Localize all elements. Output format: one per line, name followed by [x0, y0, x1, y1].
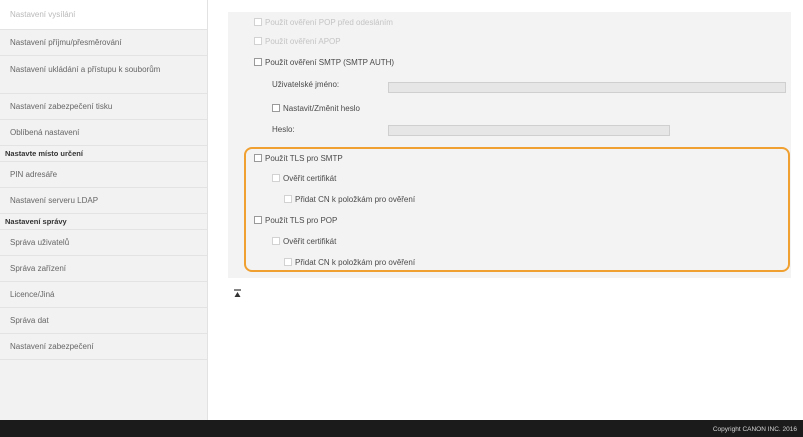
nav-item-label: Nastavení ukládání a přístupu k souborům — [10, 65, 161, 74]
nav-item-label: Nastavení vysílání — [10, 10, 76, 19]
set-change-password-checkbox[interactable] — [272, 104, 280, 112]
pop-before-send-checkbox[interactable] — [254, 18, 262, 26]
nav-item-label: Správa zařízení — [10, 264, 67, 273]
copyright-text: Copyright CANON INC. 2016 — [712, 426, 797, 433]
nav-item-label: Nastavení serveru LDAP — [10, 196, 99, 205]
nav-item-label: Nastavení příjmu/přesměrování — [10, 38, 122, 47]
apop-checkbox[interactable] — [254, 37, 262, 45]
sidebar: Nastavení vysílání Nastavení příjmu/přes… — [0, 0, 208, 420]
nav-item-license-other[interactable]: Licence/Jiná — [0, 282, 207, 308]
nav-item-print-security-settings[interactable]: Nastavení zabezpečení tisku — [0, 94, 207, 120]
nav-item-label: Licence/Jiná — [10, 290, 55, 299]
nav-heading-management: Nastavení správy — [0, 214, 207, 230]
username-label: Uživatelské jméno: — [272, 79, 340, 89]
nav-item-favorite-settings[interactable]: Oblíbená nastavení — [0, 120, 207, 146]
nav-item-file-storage-settings[interactable]: Nastavení ukládání a přístupu k souborům — [0, 56, 207, 94]
set-change-password-row: Nastavit/Změnit heslo — [272, 100, 360, 116]
password-row: Heslo: — [272, 121, 295, 137]
nav-item-label: Správa dat — [10, 316, 49, 325]
apop-row: Použít ověření APOP — [254, 33, 341, 49]
password-label: Heslo: — [272, 124, 295, 134]
nav-item-label: PIN adresáře — [10, 170, 58, 179]
pop-before-send-label: Použít ověření POP před odesláním — [265, 17, 393, 27]
nav-heading-destinations: Nastavte místo určení — [0, 146, 207, 162]
set-change-password-label: Nastavit/Změnit heslo — [283, 103, 360, 113]
password-input[interactable] — [388, 125, 670, 136]
nav-item-label: Správa uživatelů — [10, 238, 70, 247]
nav-item-security-settings[interactable]: Nastavení zabezpečení — [0, 334, 207, 360]
nav-item-receive-forward-settings[interactable]: Nastavení příjmu/přesměrování — [0, 30, 207, 56]
nav-item-ldap-server-settings[interactable]: Nastavení serveru LDAP — [0, 188, 207, 214]
smtp-auth-label: Použít ověření SMTP (SMTP AUTH) — [265, 57, 395, 67]
apop-label: Použít ověření APOP — [265, 36, 341, 46]
nav-item-user-management[interactable]: Správa uživatelů — [0, 230, 207, 256]
nav-item-label: Nastavení zabezpečení tisku — [10, 102, 113, 111]
footer: Copyright CANON INC. 2016 — [0, 420, 803, 437]
username-input[interactable] — [388, 82, 786, 93]
nav-item-send-settings[interactable]: Nastavení vysílání — [0, 0, 207, 30]
tls-settings-highlight — [244, 147, 790, 272]
smtp-auth-checkbox[interactable] — [254, 58, 262, 66]
pop-before-send-row: Použít ověření POP před odesláním — [254, 14, 393, 30]
collapse-arrow-icon[interactable] — [233, 289, 242, 298]
nav-item-data-management[interactable]: Správa dat — [0, 308, 207, 334]
nav-item-label: Nastavení zabezpečení — [10, 342, 94, 351]
username-row: Uživatelské jméno: — [272, 76, 339, 92]
nav-item-address-book-pin[interactable]: PIN adresáře — [0, 162, 207, 188]
nav-item-label: Oblíbená nastavení — [10, 128, 80, 137]
nav-item-device-management[interactable]: Správa zařízení — [0, 256, 207, 282]
smtp-auth-row: Použít ověření SMTP (SMTP AUTH) — [254, 54, 394, 70]
